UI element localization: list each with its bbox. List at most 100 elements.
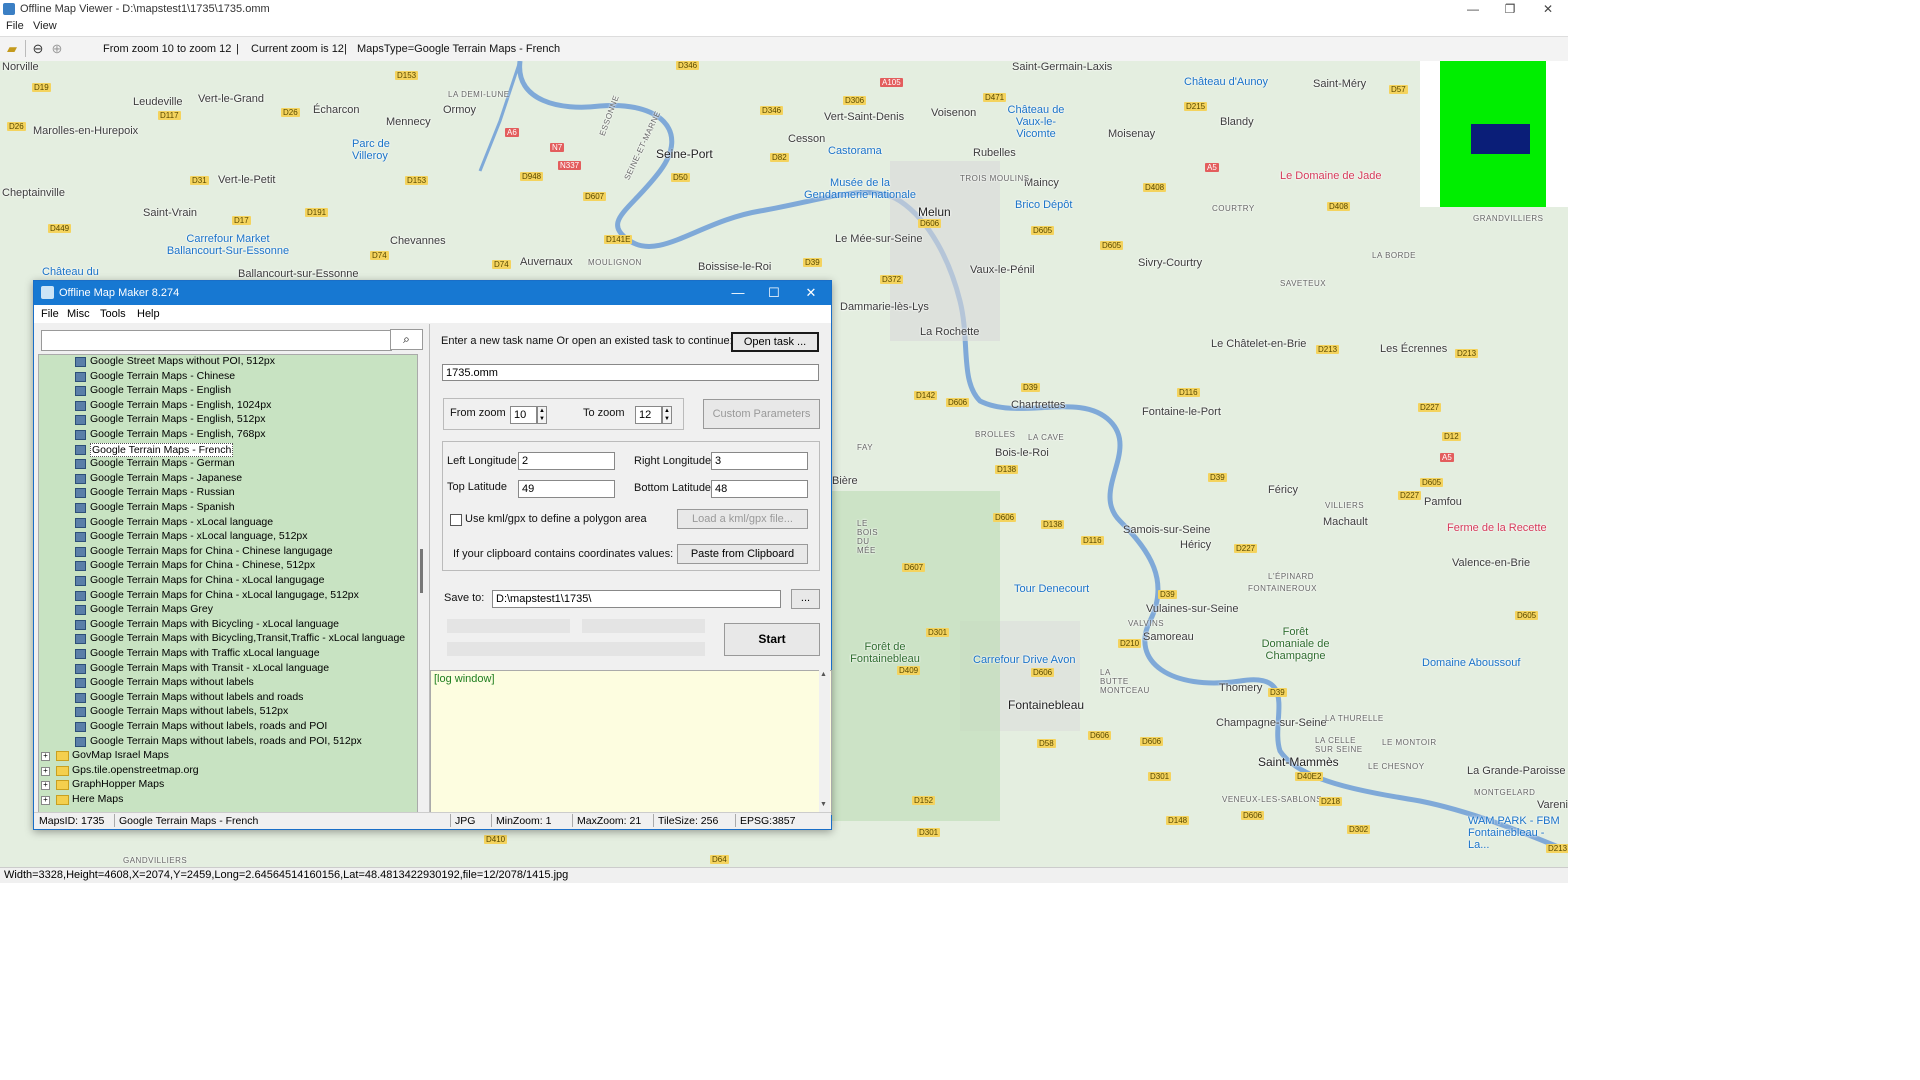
maps-search-input[interactable]	[41, 330, 392, 351]
zoom-out-icon[interactable]: ⊖	[30, 41, 46, 57]
tree-item-label: Google Terrain Maps - English	[90, 384, 232, 397]
stepper-up-icon[interactable]: ▲	[663, 407, 671, 415]
place-label: La Rochette	[920, 326, 980, 338]
tree-item-label: Google Terrain Maps with Bicycling,Trans…	[90, 632, 406, 645]
status-separator	[450, 814, 451, 827]
tree-item-label: Google Terrain Maps - English, 768px	[90, 428, 266, 440]
road-shield: D346	[760, 106, 784, 115]
to-zoom-stepper[interactable]: ▲ ▼	[662, 406, 672, 424]
locality-label: GANDVILLIERS	[123, 856, 188, 865]
road-shield: D74	[370, 251, 389, 260]
search-icon[interactable]: ⌕	[390, 329, 423, 350]
dialog-menu-help[interactable]: Help	[137, 308, 160, 320]
locality-label: LA THURELLE	[1325, 714, 1384, 723]
road-shield: D142	[914, 391, 938, 400]
scroll-up-icon[interactable]: ▲	[820, 671, 827, 678]
menu-view[interactable]: View	[33, 20, 57, 32]
dialog-maximize-button[interactable]: ☐	[756, 281, 792, 305]
start-button[interactable]: Start	[724, 623, 820, 656]
expand-icon[interactable]: +	[41, 766, 50, 776]
poi-label[interactable]: Ferme de la Recette	[1447, 522, 1547, 534]
tree-item-label: Google Terrain Maps - xLocal language, 5…	[90, 530, 308, 543]
from-zoom-field[interactable]: 10	[510, 406, 537, 424]
status-min-zoom: MinZoom: 1	[496, 815, 552, 827]
scroll-down-icon[interactable]: ▼	[820, 801, 827, 808]
expand-icon[interactable]: +	[41, 796, 50, 805]
poi-label[interactable]: Carrefour Drive Avon	[973, 654, 1076, 666]
maps-tree[interactable]: Google Street Maps without POI, 512px Goo…	[38, 354, 418, 813]
tree-item-label: Google Terrain Maps with Traffic xLocal …	[90, 647, 320, 659]
to-zoom-field[interactable]: 12	[635, 406, 662, 424]
poi-label[interactable]: Le Domaine de Jade	[1280, 170, 1382, 182]
stepper-down-icon[interactable]: ▼	[663, 415, 671, 423]
poi-label[interactable]: Château de Vaux-le-Vicomte	[1005, 104, 1067, 140]
expand-icon[interactable]: +	[41, 781, 50, 791]
place-label: Fontaine-le-Port	[1142, 406, 1221, 418]
place-label: Dammarie-lès-Lys	[840, 301, 929, 313]
load-kml-button[interactable]: Load a kml/gpx file...	[677, 509, 808, 529]
poi-label[interactable]: Domaine Aboussouf	[1422, 657, 1520, 669]
dialog-close-button[interactable]: ✕	[793, 281, 829, 305]
dialog-menu-misc[interactable]: Misc	[67, 308, 90, 320]
left-longitude-field[interactable]: 2	[518, 452, 615, 470]
log-window[interactable]: [log window]	[430, 670, 832, 815]
locality-label: L'ÉPINARD	[1268, 572, 1315, 581]
place-label: Machault	[1323, 516, 1368, 528]
browse-button[interactable]: ...	[791, 589, 820, 609]
minimap-viewport[interactable]	[1471, 124, 1530, 154]
place-label: Auvernaux	[520, 256, 573, 268]
poi-label[interactable]: Tour Denecourt	[1014, 583, 1089, 595]
save-path-field[interactable]: D:\mapstest1\1735\	[492, 590, 781, 608]
road-shield: D606	[993, 513, 1017, 522]
open-task-button[interactable]: Open task ...	[731, 332, 819, 352]
road-shield: D606	[1140, 737, 1164, 746]
road-shield: D408	[1143, 183, 1167, 192]
poi-label[interactable]: Forêt de Fontainebleau	[845, 641, 925, 665]
kml-checkbox[interactable]	[450, 514, 462, 526]
poi-label[interactable]: Castorama	[828, 145, 882, 157]
tree-scrollbar-thumb[interactable]	[420, 549, 423, 593]
expand-icon[interactable]: +	[41, 752, 50, 762]
stepper-up-icon[interactable]: ▲	[538, 407, 546, 415]
place-label: Boissise-le-Roi	[698, 261, 772, 273]
road-shield: D301	[917, 828, 941, 837]
place-label: Voisenon	[931, 107, 977, 119]
paste-clipboard-button[interactable]: Paste from Clipboard	[677, 544, 808, 564]
bottom-latitude-field[interactable]: 48	[711, 480, 808, 498]
dialog-menu-tools[interactable]: Tools	[100, 308, 126, 320]
map-layer-icon	[75, 444, 86, 455]
task-name-field[interactable]: 1735.omm	[442, 364, 819, 381]
poi-label[interactable]: Musée de la Gendarmerie nationale	[800, 177, 920, 201]
zoom-in-icon[interactable]: ⊕	[49, 41, 65, 57]
map-layer-icon	[75, 503, 86, 513]
place-label: Samois-sur-Seine	[1123, 524, 1211, 536]
maximize-button[interactable]: ❐	[1492, 0, 1528, 18]
minimize-button[interactable]: —	[1455, 0, 1491, 18]
poi-label[interactable]: Château du	[42, 266, 99, 278]
poi-label[interactable]: Carrefour Market Ballancourt-Sur-Essonne	[163, 233, 293, 257]
progress-bar	[447, 642, 705, 656]
poi-label[interactable]: Forêt Domaniale de Champagne	[1258, 626, 1333, 662]
tree-item-label: Google Terrain Maps with Transit - xLoca…	[90, 661, 330, 674]
log-scrollbar[interactable]: ▲ ▼	[819, 670, 830, 813]
dialog-titlebar[interactable]: Offline Map Maker 8.274 — ☐ ✕	[34, 281, 831, 305]
road-shield: D74	[492, 260, 511, 269]
clipboard-label: If your clipboard contains coordinates v…	[453, 548, 674, 560]
poi-label[interactable]: Château d'Aunoy	[1184, 76, 1268, 88]
place-label: Bois-le-Roi	[995, 447, 1049, 459]
menu-file[interactable]: File	[6, 20, 24, 32]
dialog-menu-file[interactable]: File	[41, 308, 59, 320]
dialog-minimize-button[interactable]: —	[720, 281, 756, 305]
open-folder-icon[interactable]: ▰	[4, 41, 20, 57]
tree-item-label: Google Terrain Maps - xLocal language	[90, 515, 274, 528]
poi-label[interactable]: Brico Dépôt	[1015, 199, 1072, 211]
map-layer-icon	[75, 517, 86, 528]
right-longitude-field[interactable]: 3	[711, 452, 808, 470]
map-layer-icon	[75, 561, 86, 572]
map-layer-icon	[75, 371, 86, 382]
top-latitude-field[interactable]: 49	[518, 480, 615, 498]
custom-parameters-button[interactable]: Custom Parameters	[703, 399, 820, 429]
stepper-down-icon[interactable]: ▼	[538, 415, 546, 423]
close-button[interactable]: ✕	[1530, 0, 1566, 18]
from-zoom-stepper[interactable]: ▲ ▼	[537, 406, 547, 424]
